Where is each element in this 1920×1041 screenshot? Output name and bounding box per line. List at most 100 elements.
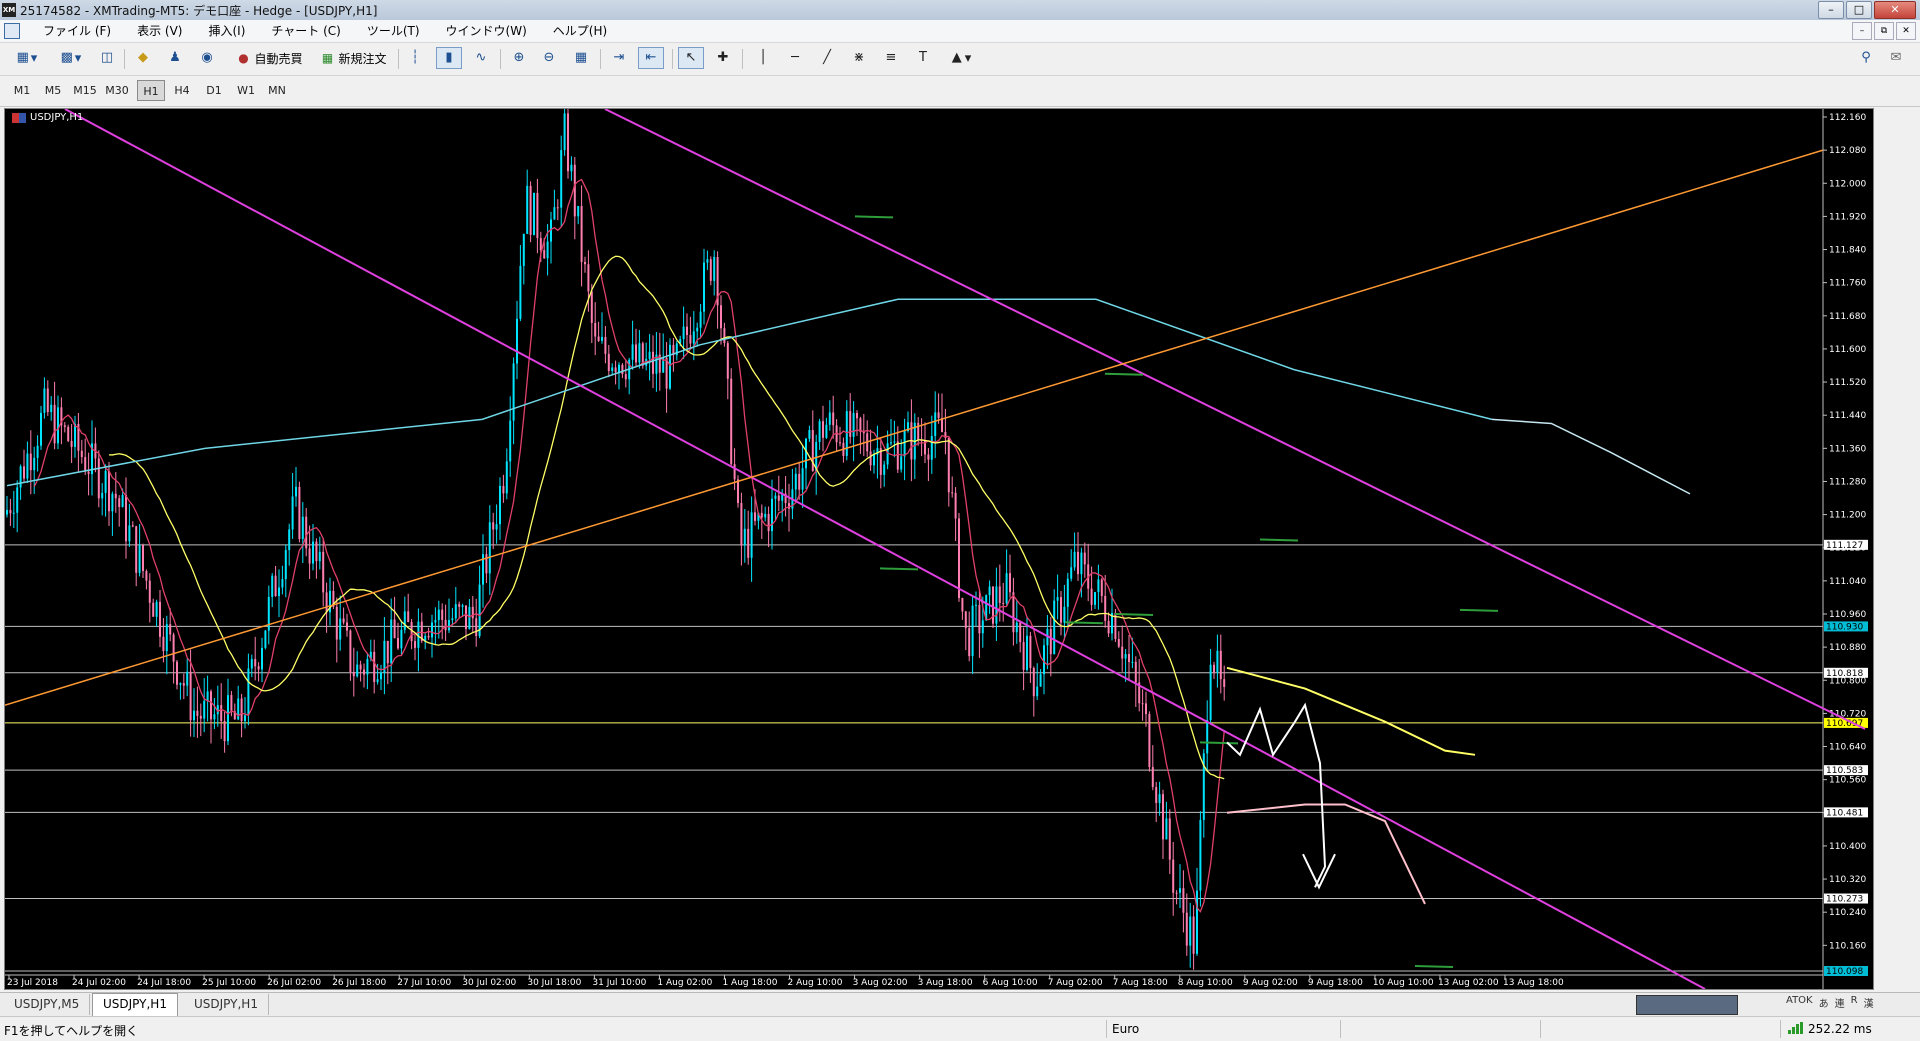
timeframe-mn[interactable]: MN	[263, 80, 291, 101]
auto-trading-button[interactable]: ● 自動売買	[230, 47, 308, 69]
candle-body	[849, 411, 852, 437]
candle-body	[152, 602, 155, 617]
candle-body	[40, 412, 42, 446]
candle-body	[852, 413, 855, 437]
status-separator	[1540, 1020, 1541, 1038]
chart-tab[interactable]: USDJPY,M5	[4, 994, 91, 1015]
candle-body	[108, 470, 110, 512]
menu-file[interactable]: ファイル (F)	[30, 23, 124, 39]
market-watch-icon: ◫	[100, 50, 114, 65]
tile-windows-button[interactable]: ▦	[570, 47, 592, 69]
minimize-button[interactable]: –	[1818, 1, 1844, 19]
crosshair-button[interactable]: ✚	[712, 47, 734, 69]
ime-conversion[interactable]: 連	[1835, 995, 1845, 1010]
timeframe-w1[interactable]: W1	[232, 80, 260, 101]
zoom-out-button[interactable]: ⊖	[538, 47, 560, 69]
chat-button[interactable]: ✉	[1884, 47, 1908, 69]
chart-window[interactable]: 112.160 112.080 112.000 111.920 111.840 111.7…	[4, 108, 1874, 990]
candle-body	[74, 423, 76, 447]
profiles-button[interactable]: ▩ ▾	[52, 47, 88, 69]
timeframe-h1[interactable]: H1	[137, 80, 165, 101]
ime-mode[interactable]: あ	[1819, 995, 1829, 1010]
line-chart-button[interactable]: ∿	[470, 47, 492, 69]
candle-body	[261, 647, 263, 670]
candle-body	[148, 580, 151, 603]
fibonacci-button[interactable]: ≡	[880, 47, 902, 69]
zoom-in-button[interactable]: ⊕	[508, 47, 530, 69]
ime-roman[interactable]: R	[1851, 995, 1858, 1010]
chart-tab[interactable]: USDJPY,H1	[184, 994, 269, 1015]
maximize-button[interactable]: □	[1846, 1, 1872, 19]
vertical-line-button[interactable]: │	[752, 47, 774, 69]
candle-body	[247, 668, 250, 716]
main-toolbar: ▦ ▾ ▩ ▾ ◫ ◆ ♟ ◉ ● 自動売買 ▦ 新規注文 ┆ ▮ ∿ ⊕ ⊖ ▦ ⇥ …	[0, 43, 1920, 76]
candlestick-button[interactable]: ▮	[436, 47, 462, 69]
price-tick-label: 111.760	[1829, 279, 1866, 289]
candle-body	[563, 113, 566, 151]
candle-body	[601, 336, 603, 341]
algo-editor-button[interactable]: ◆	[132, 47, 154, 69]
child-restore-button[interactable]: ⧉	[1874, 22, 1894, 40]
child-close-button[interactable]: ✕	[1896, 22, 1916, 40]
support-resistance-mark	[1259, 538, 1299, 542]
trendline-button[interactable]: ╱	[816, 47, 838, 69]
time-tick-label: 1 Aug 02:00	[657, 978, 712, 988]
cursor-tool-button[interactable]: ↖	[678, 47, 704, 69]
timeframe-h4[interactable]: H4	[168, 80, 196, 101]
support-resistance-mark	[1414, 965, 1454, 969]
candle-body	[461, 605, 464, 607]
candle-body	[1015, 622, 1018, 633]
timeframe-m5[interactable]: M5	[39, 80, 67, 101]
bar-chart-button[interactable]: ┆	[404, 47, 426, 69]
candle-body	[335, 606, 338, 640]
menu-window[interactable]: ウインドウ(W)	[433, 23, 540, 39]
candle-body	[624, 374, 627, 380]
market-watch-button[interactable]: ◫	[96, 47, 118, 69]
candle-body	[70, 440, 73, 447]
new-order-button[interactable]: ▦ 新規注文	[314, 47, 392, 69]
time-tick-label: 3 Aug 18:00	[918, 978, 973, 988]
ime-atok[interactable]: ATOK	[1786, 995, 1813, 1010]
chart-tab-active[interactable]: USDJPY,H1	[92, 993, 178, 1017]
timeframe-m15[interactable]: M15	[71, 80, 99, 101]
child-minimize-button[interactable]: –	[1852, 22, 1872, 40]
chart-shift-button[interactable]: ⇤	[638, 47, 664, 69]
autoscroll-button[interactable]: ⇥	[608, 47, 630, 69]
shapes-dropdown[interactable]: ▲ ▾	[942, 47, 978, 69]
menu-view[interactable]: 表示 (V)	[124, 23, 195, 39]
forecast-fast-ma	[1226, 803, 1426, 905]
timeframe-d1[interactable]: D1	[200, 80, 228, 101]
horizontal-line-button[interactable]: ─	[784, 47, 806, 69]
ime-toolbar[interactable]	[1636, 995, 1738, 1015]
signals-button[interactable]: ◉	[196, 47, 218, 69]
new-chart-button[interactable]: ▦ ▾	[10, 47, 42, 69]
search-button[interactable]: ⚲	[1856, 47, 1876, 69]
time-tick-label: 25 Jul 10:00	[202, 978, 256, 988]
candle-body	[1179, 888, 1181, 893]
candle-body	[760, 512, 763, 518]
text-tool-button[interactable]: T	[912, 47, 934, 69]
ime-kanji[interactable]: 漢	[1864, 995, 1874, 1010]
candle-body	[873, 454, 875, 466]
price-chart[interactable]: 112.160 112.080 112.000 111.920 111.840 111.7…	[5, 109, 1873, 989]
close-button[interactable]: ✕	[1874, 1, 1916, 19]
menu-help[interactable]: ヘルプ(H)	[540, 23, 620, 39]
price-tick-label: 110.400	[1829, 842, 1866, 852]
candle-body	[349, 630, 352, 673]
menu-insert[interactable]: 挿入(I)	[195, 23, 258, 39]
timeframe-m1[interactable]: M1	[8, 80, 36, 101]
chart-window-icon[interactable]	[4, 23, 20, 39]
candle-body	[1090, 588, 1093, 605]
candle-body	[689, 335, 692, 344]
timeframe-m30[interactable]: M30	[103, 80, 131, 101]
candle-body	[485, 554, 488, 574]
menu-charts[interactable]: チャート (C)	[258, 23, 353, 39]
menu-tools[interactable]: ツール(T)	[354, 23, 433, 39]
candle-body	[1223, 679, 1226, 687]
candle-body	[825, 424, 828, 438]
candle-body	[580, 205, 583, 262]
candle-body	[954, 492, 957, 519]
tile-windows-icon: ▦	[574, 50, 588, 65]
navigator-button[interactable]: ♟	[164, 47, 186, 69]
equidistant-channel-button[interactable]: ⋇	[848, 47, 870, 69]
